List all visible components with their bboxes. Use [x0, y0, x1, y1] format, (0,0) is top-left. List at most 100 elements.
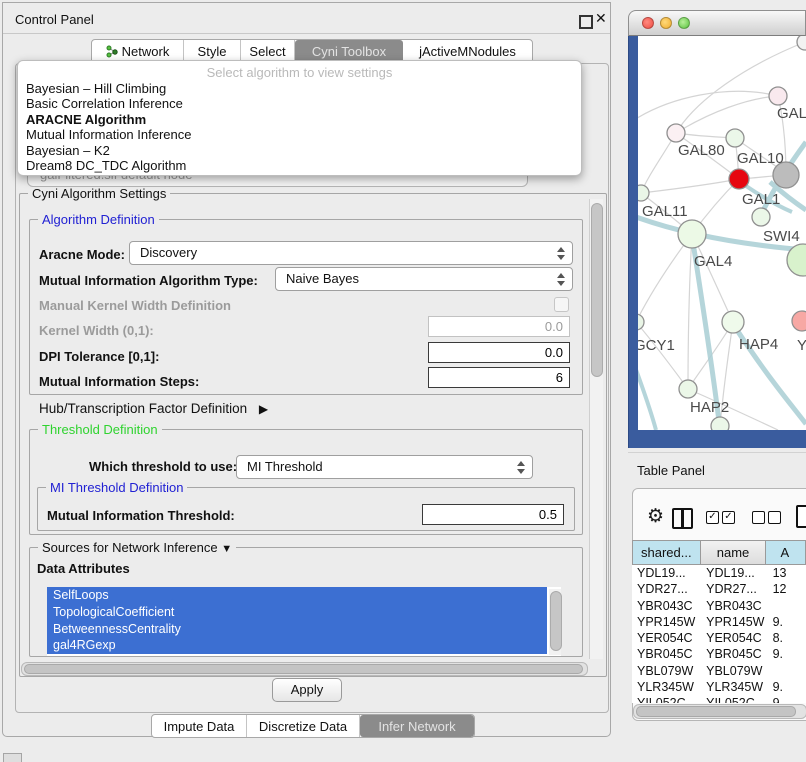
cell[interactable]: 9.: [768, 614, 806, 630]
mi-type-value: Naive Bayes: [286, 271, 359, 286]
document-icon[interactable]: [796, 505, 806, 528]
settings-vertical-scrollbar[interactable]: [589, 199, 603, 659]
apply-button[interactable]: Apply: [272, 678, 342, 702]
cell[interactable]: YBR045C: [632, 646, 701, 662]
cell[interactable]: YDR27...: [632, 581, 701, 597]
cell[interactable]: YDL19...: [632, 565, 701, 581]
close-icon[interactable]: ✕: [595, 10, 607, 27]
table-row[interactable]: YBR045C YBR045C 9.: [632, 646, 806, 662]
attributes-scrollbar-thumb[interactable]: [550, 591, 562, 651]
cell[interactable]: YLR345W: [632, 679, 701, 695]
mi-steps-field[interactable]: 6: [428, 367, 570, 388]
cell[interactable]: [768, 598, 806, 614]
tab-impute-data[interactable]: Impute Data: [152, 715, 247, 737]
mac-minimize-button[interactable]: [660, 17, 672, 29]
node-swi4[interactable]: [752, 208, 770, 226]
cell[interactable]: 9.: [768, 646, 806, 662]
algorithm-option[interactable]: Dream8 DC_TDC Algorithm: [18, 158, 581, 173]
table-row[interactable]: YLR345W YLR345W 9.: [632, 679, 806, 695]
cell[interactable]: YBR045C: [701, 646, 767, 662]
node[interactable]: [797, 36, 806, 50]
hub-definition-toggle[interactable]: Hub/Transcription Factor Definition ▶: [39, 401, 268, 416]
table-horizontal-scrollbar-thumb[interactable]: [636, 706, 796, 717]
algorithm-placeholder: Select algorithm to view settings: [18, 61, 581, 81]
table-row[interactable]: YBL079W YBL079W: [632, 663, 806, 679]
column-header-shared-name[interactable]: shared...: [632, 540, 701, 565]
node-hap2[interactable]: [679, 380, 697, 398]
node-hap4[interactable]: [722, 311, 744, 333]
node-bottom[interactable]: [711, 417, 729, 430]
cell[interactable]: YBR043C: [632, 598, 701, 614]
tab-infer-network[interactable]: Infer Network: [360, 715, 474, 737]
columns-icon[interactable]: [672, 508, 693, 529]
which-threshold-combobox[interactable]: MI Threshold: [236, 455, 533, 479]
settings-vertical-scrollbar-thumb[interactable]: [591, 203, 603, 377]
network-window-titlebar[interactable]: [628, 10, 806, 36]
cell[interactable]: YPR145W: [701, 614, 767, 630]
attributes-scrollbar[interactable]: [549, 589, 561, 655]
table-row[interactable]: YBR043C YBR043C: [632, 598, 806, 614]
cell[interactable]: YLR345W: [701, 679, 767, 695]
checkbox-checked-icon[interactable]: ✓: [706, 511, 719, 524]
attribute-item[interactable]: gal4RGexp: [47, 637, 547, 654]
cell[interactable]: YIL052C: [701, 695, 767, 703]
algorithm-option[interactable]: Bayesian – Hill Climbing: [18, 81, 581, 96]
table-row[interactable]: YIL052C YIL052C 9.: [632, 695, 806, 703]
checkbox-unchecked-icon[interactable]: [752, 511, 765, 524]
cell[interactable]: YBL079W: [632, 663, 701, 679]
checkbox-checked-icon[interactable]: ✓: [722, 511, 735, 524]
cell[interactable]: YDL19...: [701, 565, 767, 581]
node-gal[interactable]: [769, 87, 787, 105]
attribute-item[interactable]: BetweennessCentrality: [47, 621, 547, 638]
cell[interactable]: YPR145W: [632, 614, 701, 630]
mi-type-combobox[interactable]: Naive Bayes: [275, 267, 573, 291]
cell[interactable]: YER054C: [632, 630, 701, 646]
checkbox-unchecked-icon[interactable]: [768, 511, 781, 524]
attribute-item[interactable]: TopologicalCoefficient: [47, 604, 547, 621]
node-gal10[interactable]: [726, 129, 744, 147]
mi-threshold-field[interactable]: 0.5: [422, 504, 564, 525]
dpi-tolerance-field[interactable]: 0.0: [428, 342, 570, 363]
table-row[interactable]: YDR27... YDR27... 12: [632, 581, 806, 597]
cell[interactable]: YER054C: [701, 630, 767, 646]
float-window-icon[interactable]: [579, 15, 593, 29]
mac-close-button[interactable]: [642, 17, 654, 29]
kernel-width-field[interactable]: 0.0: [428, 316, 570, 337]
table-row[interactable]: YPR145W YPR145W 9.: [632, 614, 806, 630]
cell[interactable]: 8.: [768, 630, 806, 646]
node-gcy1[interactable]: [638, 314, 644, 330]
node-gal11[interactable]: [638, 185, 649, 201]
cell[interactable]: 13: [768, 565, 806, 581]
settings-horizontal-scrollbar[interactable]: [21, 662, 588, 676]
network-canvas[interactable]: GAL GAL80 GAL10 GAL1 GAL11 SWI4 GAL4 GCY…: [638, 36, 806, 430]
cell[interactable]: YIL052C: [632, 695, 701, 703]
node-gal4[interactable]: [678, 220, 706, 248]
mac-zoom-button[interactable]: [678, 17, 690, 29]
manual-kernel-checkbox[interactable]: [554, 297, 569, 312]
algorithm-option[interactable]: Basic Correlation Inference: [18, 96, 581, 111]
algorithm-option[interactable]: Bayesian – K2: [18, 143, 581, 158]
cell[interactable]: [768, 663, 806, 679]
cell[interactable]: YBR043C: [701, 598, 767, 614]
aracne-mode-combobox[interactable]: Discovery: [129, 241, 573, 265]
tab-discretize-data[interactable]: Discretize Data: [247, 715, 360, 737]
algorithm-option[interactable]: Mutual Information Inference: [18, 127, 581, 142]
node-salmon[interactable]: [792, 311, 806, 331]
settings-horizontal-scrollbar-thumb[interactable]: [24, 664, 583, 674]
node-gal80[interactable]: [667, 124, 685, 142]
column-header-partial[interactable]: A: [766, 540, 806, 565]
cell[interactable]: YBL079W: [701, 663, 767, 679]
cell[interactable]: 9.: [768, 679, 806, 695]
table-horizontal-scrollbar[interactable]: [633, 704, 806, 719]
table-row[interactable]: YER054C YER054C 8.: [632, 630, 806, 646]
node-label: GAL: [777, 105, 806, 122]
column-header-name[interactable]: name: [701, 540, 767, 565]
attribute-item[interactable]: SelfLoops: [47, 587, 547, 604]
node-gal1[interactable]: [729, 169, 749, 189]
cell[interactable]: 12: [768, 581, 806, 597]
table-row[interactable]: YDL19... YDL19... 13: [632, 565, 806, 581]
cell[interactable]: 9.: [768, 695, 806, 703]
gear-icon[interactable]: ⚙: [647, 505, 664, 528]
cell[interactable]: YDR27...: [701, 581, 767, 597]
algorithm-option-selected[interactable]: ARACNE Algorithm: [18, 112, 581, 127]
